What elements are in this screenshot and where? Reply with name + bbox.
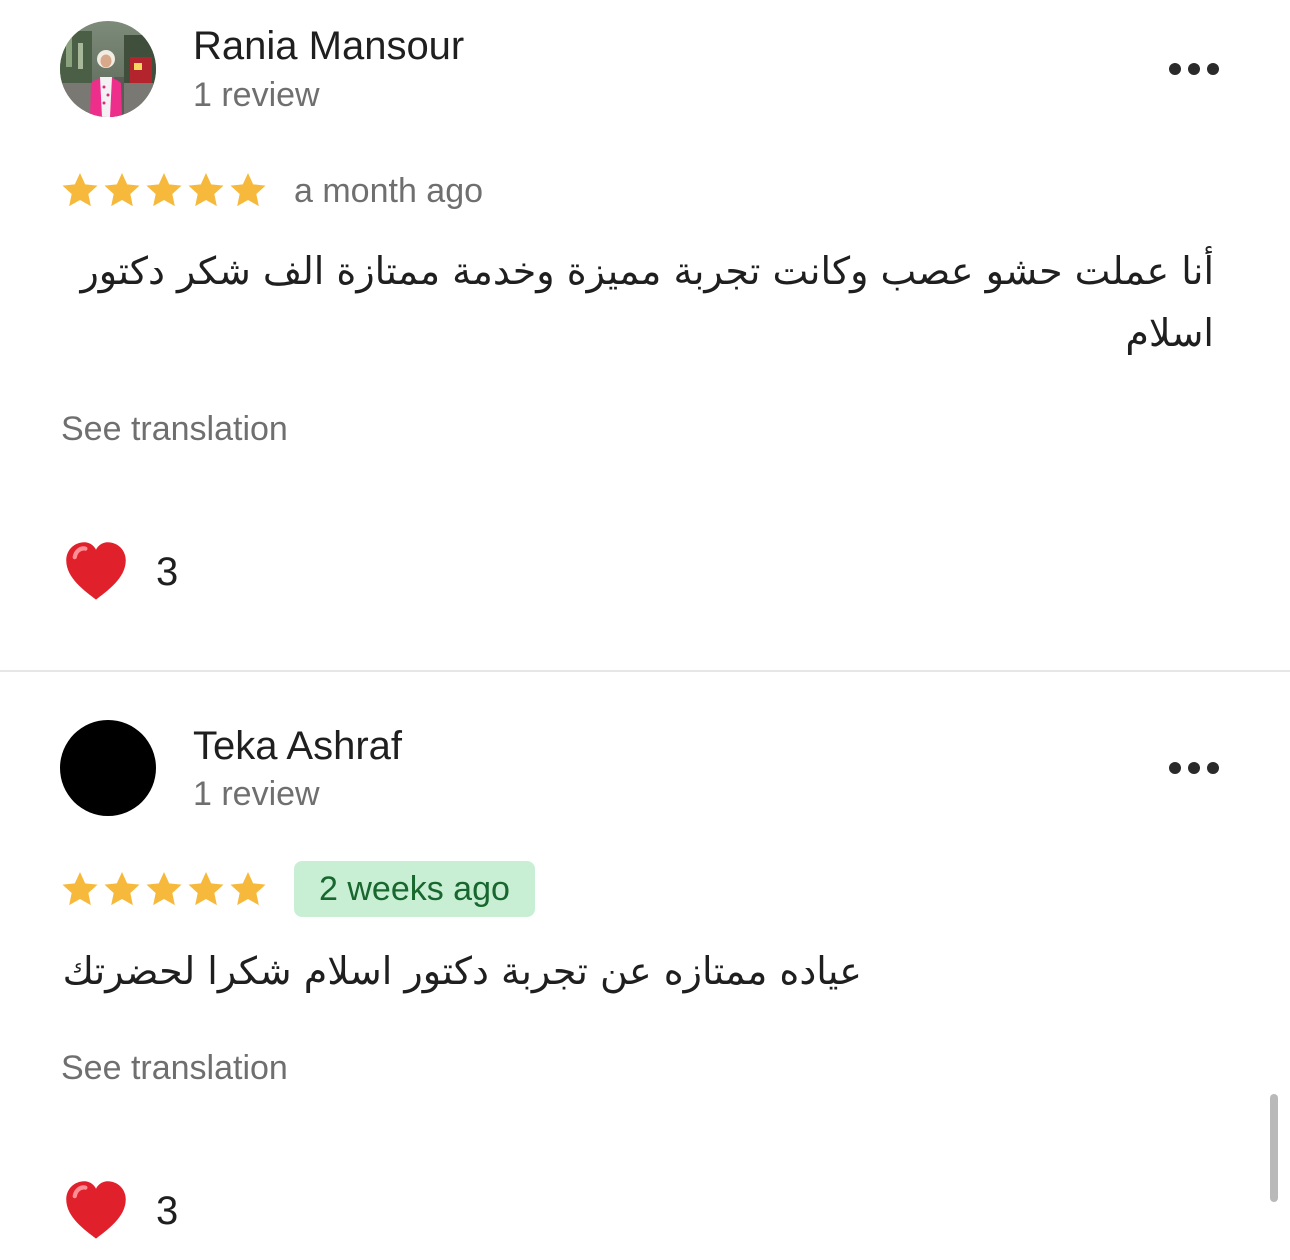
star-icon: [188, 173, 224, 207]
reviewer-name[interactable]: Teka Ashraf: [193, 722, 402, 770]
review-card: Rania Mansour 1 review a month ago أنا ع…: [0, 0, 1290, 671]
review-card: Teka Ashraf 1 review 2 weeks ago عياده م…: [0, 672, 1290, 1260]
heart-icon: [66, 1181, 126, 1239]
star-icon: [188, 872, 224, 906]
more-options-button[interactable]: [1169, 762, 1219, 774]
star-icon: [146, 173, 182, 207]
more-options-icon: [1188, 63, 1200, 75]
scrollbar[interactable]: [1270, 1094, 1278, 1202]
reaction-count: 3: [156, 550, 179, 594]
more-options-icon: [1188, 762, 1200, 774]
see-translation-link[interactable]: See translation: [61, 409, 288, 449]
more-options-icon: [1169, 762, 1181, 774]
more-options-icon: [1207, 63, 1219, 75]
avatar[interactable]: [60, 720, 156, 816]
star-rating: [60, 869, 268, 911]
review-time: a month ago: [294, 172, 484, 210]
more-options-button[interactable]: [1169, 63, 1219, 75]
star-icon: [146, 872, 182, 906]
see-translation-link[interactable]: See translation: [61, 1048, 288, 1088]
review-text: أنا عملت حشو عصب وكانت تجربة مميزة وخدمة…: [80, 249, 1214, 355]
reviewer-name[interactable]: Rania Mansour: [193, 22, 464, 70]
reaction-summary[interactable]: 3: [62, 1177, 178, 1245]
star-rating: [60, 170, 268, 212]
star-icon: [104, 173, 140, 207]
reviewer-review-count: 1 review: [193, 775, 320, 813]
review-time-highlight: 2 weeks ago: [294, 861, 535, 917]
star-icon: [62, 173, 98, 207]
star-icon: [230, 173, 266, 207]
more-options-icon: [1207, 762, 1219, 774]
star-icon: [62, 872, 98, 906]
reaction-count: 3: [156, 1189, 179, 1233]
star-icon: [104, 872, 140, 906]
avatar-photo: [60, 21, 156, 117]
reaction-summary[interactable]: 3: [62, 538, 178, 606]
avatar[interactable]: [60, 21, 156, 117]
heart-icon: [66, 542, 126, 600]
review-text: عياده ممتازه عن تجربة دكتور اسلام شكرا ل…: [62, 949, 862, 993]
reviewer-review-count: 1 review: [193, 76, 320, 114]
more-options-icon: [1169, 63, 1181, 75]
star-icon: [230, 872, 266, 906]
